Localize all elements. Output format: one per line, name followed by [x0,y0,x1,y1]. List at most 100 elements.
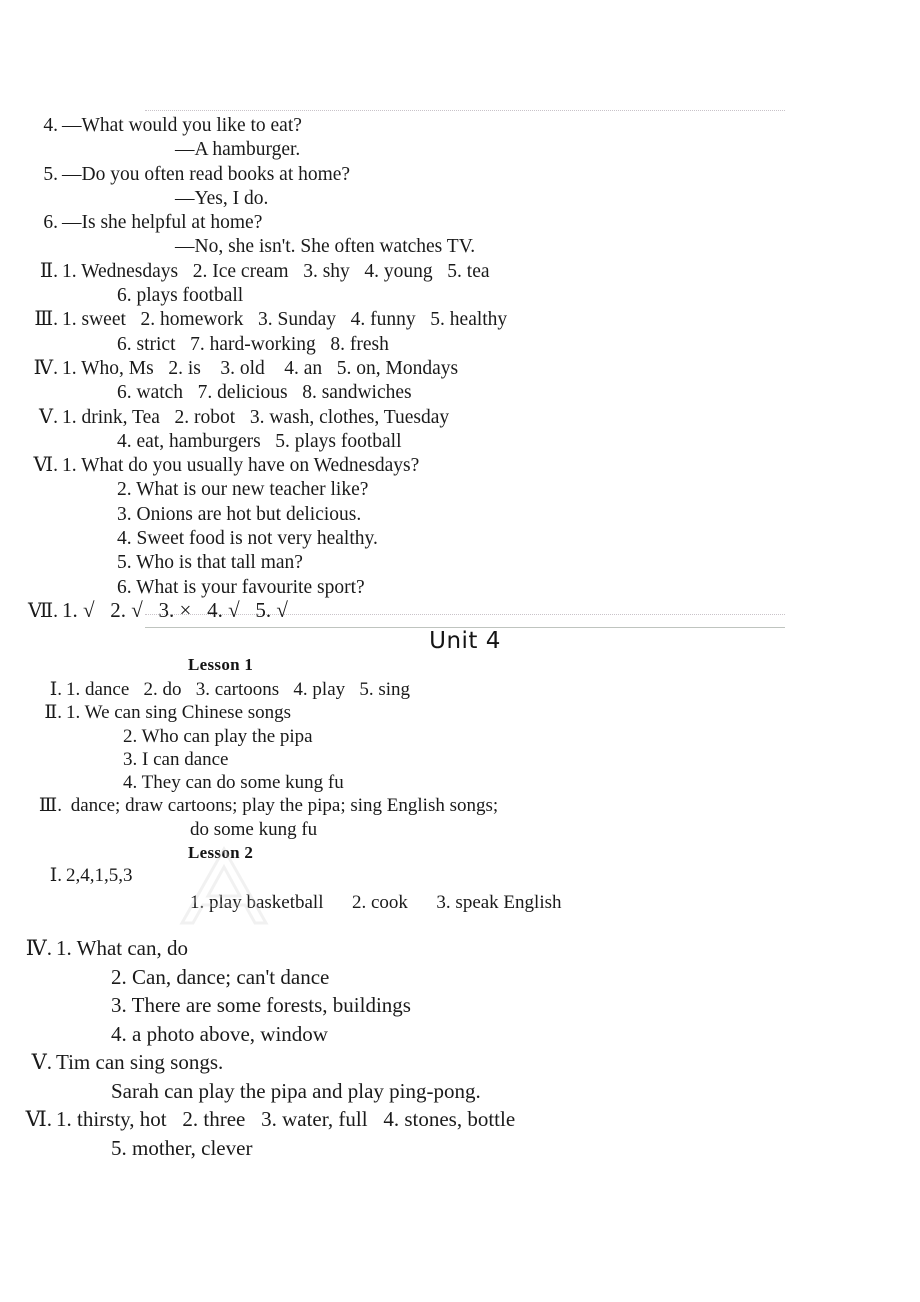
answer-line: 5. mother, clever [0,1134,920,1163]
answer-line-text: —No, she isn't. She often watches TV. [175,236,476,258]
answer-line-text: —A hamburger. [175,139,301,161]
answer-line-text: 6. plays football [117,285,244,307]
answer-line-text: 3. There are some forests, buildings [111,993,411,1017]
answer-line-text: 2. What is our new teacher like? [117,479,369,501]
answer-line: 4. eat, hamburgers 5. plays football [0,430,920,454]
answer-line: do some kung fu [0,818,920,841]
answer-line: Sarah can play the pipa and play ping-po… [0,1077,920,1106]
answer-block-lesson-1: Ⅰ. 1. dance 2. do 3. cartoons 4. play 5. … [0,678,920,841]
answer-line: 6. —Is she helpful at home? [0,211,920,235]
answer-line-text: Sarah can play the pipa and play ping-po… [111,1078,481,1103]
answer-line: —Yes, I do. [0,187,920,211]
answer-block-lesson-2: Ⅰ. 2,4,1,5,3 1. play basketball 2. cook 3.… [0,862,920,916]
answer-line-text: 4. They can do some kung fu [123,772,344,794]
answer-line-number: Ⅰ. [49,865,62,886]
answer-line-number: Ⅲ. [38,795,62,817]
answer-line-text: 6. What is your favourite sport? [117,576,365,598]
answer-line-text: 5. Who is that tall man? [117,552,303,574]
answer-line-text: 1. What do you usually have on Wednesday… [62,455,420,477]
answer-line: Ⅰ. 2,4,1,5,3 [0,862,920,889]
answer-line-text: 1. dance 2. do 3. cartoons 4. play 5. si… [66,679,411,700]
answer-line: 6. What is your favourite sport? [0,576,920,600]
answer-line: —A hamburger. [0,138,920,162]
answer-line: Ⅴ. 1. drink, Tea 2. robot 3. wash, clothe… [0,406,920,430]
answer-line: Ⅱ. 1. We can sing Chinese songs [0,701,920,724]
answer-line-text: 6. watch 7. delicious 8. sandwiches [117,382,412,404]
answer-line-text: 4. Sweet food is not very healthy. [117,528,378,550]
answer-line-text: Tim can sing songs. [56,1050,224,1074]
answer-line: 2. What is our new teacher like? [0,478,920,502]
answer-key-page: 4. —What would you like to eat? —A hamburg… [0,0,920,1302]
answer-line-text: 2. Who can play the pipa [123,725,313,747]
answer-line-text: 1. Wednesdays 2. Ice cream 3. shy 4. you… [62,260,490,282]
answer-line-text: —What would you like to eat? [62,115,302,136]
answer-line: 6. strict 7. hard-working 8. fresh [0,333,920,357]
answer-line-text: 1. play basketball 2. cook 3. speak Engl… [190,892,562,913]
answer-line-number: Ⅵ. [33,455,59,477]
answer-line-text: —Yes, I do. [175,187,269,209]
answer-line-number: 5. [43,163,58,185]
answer-line: Ⅵ. 1. What do you usually have on Wednesd… [0,454,920,478]
answer-line-number: Ⅲ. [34,309,58,331]
answer-line-text: —Do you often read books at home? [62,163,351,185]
answer-line: 5. —Do you often read books at home? [0,163,920,187]
answer-line: 3. I can dance [0,748,920,771]
answer-line: 2. Can, dance; can't dance [0,963,920,992]
answer-line-text: 1. We can sing Chinese songs [66,702,292,724]
answer-line-text: 1. sweet 2. homework 3. Sunday 4. funny … [62,309,508,331]
answer-line-number: Ⅴ. [39,406,58,428]
answer-line: 6. watch 7. delicious 8. sandwiches [0,381,920,405]
page-divider-top [145,110,785,111]
answer-line: —No, she isn't. She often watches TV. [0,235,920,259]
answer-line-text: —Is she helpful at home? [62,212,263,234]
answer-line-text: 5. mother, clever [111,1135,253,1160]
answer-line-number: Ⅴ. [31,1050,52,1074]
answer-block-lesson-2-continued: Ⅳ. 1. What can, do 2. Can, dance; can't da… [0,934,920,1162]
answer-line: Ⅵ. 1. thirsty, hot 2. three 3. water, ful… [0,1105,920,1134]
answer-line-text: 1. thirsty, hot 2. three 3. water, full … [56,1107,516,1131]
answer-line-text: 1. √ 2. √ 3. × 4. √ 5. √ [62,597,288,622]
answer-line-text: dance; draw cartoons; play the pipa; sin… [66,795,499,817]
answer-line: 5. Who is that tall man? [0,551,920,575]
answer-line-text: 2. Can, dance; can't dance [111,964,330,989]
answer-line-number: Ⅰ. [49,679,62,700]
answer-line: 6. plays football [0,284,920,308]
answer-line: 4. —What would you like to eat? [0,114,920,138]
answer-line-number: Ⅵ. [25,1107,52,1131]
answer-line-text: 3. I can dance [123,748,229,770]
answer-line: 4. They can do some kung fu [0,771,920,794]
answer-line-text: 1. What can, do [56,936,188,960]
answer-line: 4. Sweet food is not very healthy. [0,527,920,551]
answer-line-text: 6. strict 7. hard-working 8. fresh [117,333,389,355]
unit-title: Unit 4 [429,628,501,654]
answer-line-text: 3. Onions are hot but delicious. [117,503,362,525]
answer-line: Ⅱ. 1. Wednesdays 2. Ice cream 3. shy 4. y… [0,260,920,284]
answer-line: Ⅲ. dance; draw cartoons; play the pipa; … [0,794,920,817]
answer-line: Ⅰ. 1. dance 2. do 3. cartoons 4. play 5. … [0,678,920,701]
answer-line: 3. Onions are hot but delicious. [0,503,920,527]
answer-line-text: 1. Who, Ms 2. is 3. old 4. an 5. on, Mon… [62,357,459,379]
answer-line-text: 1. drink, Tea 2. robot 3. wash, clothes,… [62,406,450,428]
answer-line-number: Ⅶ. [27,600,58,622]
answer-line-text: 4. a photo above, window [111,1021,328,1046]
answer-line: 1. play basketball 2. cook 3. speak Engl… [0,889,920,916]
answer-line: 3. There are some forests, buildings [0,991,920,1020]
answer-line: Ⅴ. Tim can sing songs. [0,1048,920,1077]
answer-line: Ⅳ. 1. Who, Ms 2. is 3. old 4. an 5. on, M… [0,357,920,381]
answer-line: Ⅲ. 1. sweet 2. homework 3. Sunday 4. funn… [0,308,920,332]
answer-line: 4. a photo above, window [0,1020,920,1049]
answer-line-text: 2,4,1,5,3 [66,865,133,886]
lesson-2-heading: Lesson 2 [188,843,254,862]
answer-line: 2. Who can play the pipa [0,725,920,748]
answer-line-text: 4. eat, hamburgers 5. plays football [117,430,402,452]
answer-line: Ⅶ. 1. √ 2. √ 3. × 4. √ 5. √ [0,597,920,624]
answer-line-text: do some kung fu [190,818,318,840]
answer-line-number: 6. [43,212,58,234]
answer-block-previous-unit: 4. —What would you like to eat? —A hamburg… [0,114,920,624]
answer-line-number: Ⅱ. [44,702,62,724]
answer-line-number: Ⅳ. [33,357,58,379]
lesson-1-heading: Lesson 1 [188,655,254,674]
answer-line-number: Ⅱ. [39,260,58,282]
answer-line-number: Ⅳ. [25,936,52,960]
answer-line-number: 4. [43,115,58,136]
